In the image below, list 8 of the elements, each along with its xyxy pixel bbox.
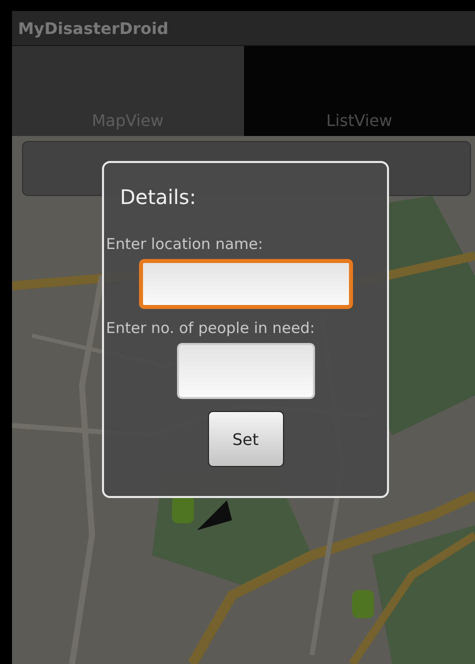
app-title: MyDisasterDroid <box>18 18 168 38</box>
dialog-title: Details: <box>120 185 196 209</box>
set-button[interactable]: Set <box>208 411 284 467</box>
field-label: Enter no. of people in need: <box>106 319 315 337</box>
input-field[interactable] <box>176 343 314 399</box>
field-label: Enter location name: <box>106 235 263 253</box>
input-field[interactable] <box>138 259 352 309</box>
tab[interactable]: ListView <box>244 46 475 136</box>
